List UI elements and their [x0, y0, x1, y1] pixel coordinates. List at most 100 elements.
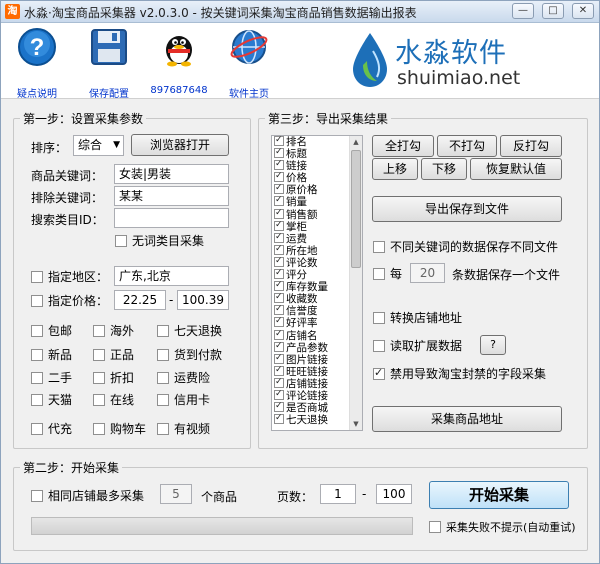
checkbox-box — [115, 235, 127, 247]
option-checkbox[interactable]: 运费险 — [157, 371, 210, 385]
keyword-input[interactable]: 女装|男装 — [114, 164, 229, 184]
scroll-down-icon[interactable]: ▼ — [350, 418, 362, 430]
split-every-label: 每 — [390, 267, 403, 281]
checkbox-box-checked — [274, 376, 284, 388]
checkbox-box-checked — [274, 340, 284, 352]
field-label: 收藏数 — [286, 293, 318, 306]
minimize-icon[interactable]: — — [512, 3, 534, 19]
region-label: 指定地区： — [48, 270, 109, 284]
reset-default-button[interactable]: 恢复默认值 — [470, 158, 562, 180]
option-checkbox[interactable]: 包邮 — [31, 324, 72, 338]
option-label: 海外 — [110, 324, 135, 338]
close-icon[interactable]: ✕ — [572, 3, 594, 19]
convert-shop-checkbox[interactable]: 转换店铺地址 — [373, 311, 462, 325]
field-label: 店铺名 — [286, 329, 318, 342]
checkbox-box — [373, 241, 385, 253]
checkbox-box-checked — [373, 366, 385, 380]
category-input[interactable] — [114, 208, 229, 228]
water-drop-icon — [353, 33, 387, 87]
toolbar-qq[interactable]: 897687648 — [147, 27, 211, 96]
checkbox-box-checked — [274, 412, 284, 425]
region-input[interactable]: 广东,北京 — [114, 266, 229, 286]
option-checkbox[interactable]: 有视频 — [157, 422, 210, 436]
option-checkbox[interactable]: 七天退换 — [157, 324, 222, 338]
option-label: 二手 — [48, 371, 73, 385]
field-list-scrollbar[interactable]: ▲ ▼ — [349, 136, 362, 430]
checkbox-box — [93, 349, 105, 361]
no-fail-prompt-checkbox[interactable]: 采集失败不提示(自动重试) — [429, 521, 576, 535]
option-checkbox[interactable]: 正品 — [93, 348, 134, 362]
checkbox-box — [157, 349, 169, 361]
browser-open-button[interactable]: 浏览器打开 — [131, 134, 229, 156]
invert-check-button[interactable]: 反打勾 — [500, 135, 562, 157]
page-to-input[interactable]: 100 — [376, 484, 412, 504]
collect-urls-button[interactable]: 采集商品地址 — [372, 406, 562, 432]
field-label: 销量 — [286, 196, 307, 209]
no-category-checkbox[interactable]: 无词类目采集 — [115, 234, 204, 248]
start-collect-button[interactable]: 开始采集 — [429, 481, 569, 509]
option-checkbox[interactable]: 折扣 — [93, 371, 134, 385]
checkbox-box — [31, 295, 43, 307]
export-field-list[interactable]: 排名标题链接价格原价格销量销售额掌柜运费所在地评论数评分库存数量收藏数信誉度好评… — [271, 135, 363, 431]
checkbox-box-checked — [274, 170, 284, 183]
same-shop-limit-unit: 个商品 — [201, 490, 238, 504]
split-every-input[interactable]: 20 — [410, 263, 445, 283]
checkbox-box-checked — [274, 303, 284, 316]
same-shop-limit-checkbox[interactable]: 相同店铺最多采集 — [31, 489, 144, 503]
toolbar-save[interactable]: 保存配置 — [77, 27, 141, 100]
exclude-input[interactable]: 某某 — [114, 186, 229, 206]
split-by-keyword-checkbox[interactable]: 不同关键词的数据保存不同文件 — [373, 240, 558, 254]
field-label: 评论链接 — [286, 389, 328, 402]
same-shop-limit-input[interactable]: 5 — [160, 484, 192, 504]
brand-name-en: shuimiao.net — [397, 67, 521, 89]
uncheck-all-button[interactable]: 不打勾 — [437, 135, 497, 157]
option-checkbox[interactable]: 天猫 — [31, 393, 72, 407]
field-label: 信誉度 — [286, 305, 318, 318]
checkbox-box-checked — [274, 352, 284, 364]
field-label: 是否商城 — [286, 402, 328, 415]
checkbox-box — [31, 325, 43, 337]
toolbar-save-label: 保存配置 — [89, 89, 129, 100]
pages-label: 页数： — [277, 490, 314, 504]
price-min-input[interactable]: 22.25 — [114, 290, 166, 310]
toolbar-help-label: 疑点说明 — [17, 89, 57, 100]
checkbox-box-checked — [274, 158, 284, 171]
option-checkbox[interactable]: 二手 — [31, 371, 72, 385]
keyword-label: 商品关键词： — [31, 169, 104, 183]
option-checkbox[interactable]: 信用卡 — [157, 393, 210, 407]
price-max-input[interactable]: 100.39 — [177, 290, 229, 310]
qq-icon — [166, 36, 192, 67]
save-icon — [91, 29, 127, 65]
split-every-checkbox[interactable]: 每 — [373, 267, 402, 281]
option-checkbox[interactable]: 代充 — [31, 422, 72, 436]
toolbar: ? 疑点说明 保存配置 897687648 软件主页 水淼软件 shuimiao… — [1, 23, 599, 100]
page-from-input[interactable]: 1 — [320, 484, 356, 504]
disable-ban-fields-checkbox[interactable]: 禁用导致淘宝封禁的字段采集 — [373, 366, 546, 381]
option-checkbox[interactable]: 购物车 — [93, 422, 146, 436]
checkbox-box-checked — [274, 219, 284, 231]
option-label: 七天退换 — [174, 324, 223, 338]
scroll-up-icon[interactable]: ▲ — [350, 136, 362, 148]
option-checkbox[interactable]: 在线 — [93, 393, 134, 407]
price-separator: - — [169, 293, 174, 307]
move-down-button[interactable]: 下移 — [421, 158, 467, 180]
toolbar-homepage[interactable]: 软件主页 — [217, 27, 281, 100]
checkbox-box-checked — [274, 243, 284, 255]
sort-select[interactable]: 综合 ▼ — [73, 135, 124, 156]
toolbar-help[interactable]: ? 疑点说明 — [5, 27, 69, 100]
checkbox-box — [93, 372, 105, 384]
checkbox-box-checked — [274, 255, 284, 267]
region-checkbox[interactable]: 指定地区： — [31, 270, 108, 284]
maximize-icon[interactable]: □ — [542, 3, 564, 19]
split-by-keyword-label: 不同关键词的数据保存不同文件 — [390, 240, 559, 254]
move-up-button[interactable]: 上移 — [372, 158, 418, 180]
price-checkbox[interactable]: 指定价格： — [31, 294, 108, 308]
option-checkbox[interactable]: 货到付款 — [157, 348, 222, 362]
option-checkbox[interactable]: 新品 — [31, 348, 72, 362]
option-checkbox[interactable]: 海外 — [93, 324, 134, 338]
check-all-button[interactable]: 全打勾 — [372, 135, 434, 157]
scrollbar-thumb[interactable] — [351, 150, 361, 268]
export-file-button[interactable]: 导出保存到文件 — [372, 196, 562, 222]
read-ext-checkbox[interactable]: 读取扩展数据 — [373, 339, 462, 353]
help-button[interactable]: ? — [480, 335, 506, 355]
